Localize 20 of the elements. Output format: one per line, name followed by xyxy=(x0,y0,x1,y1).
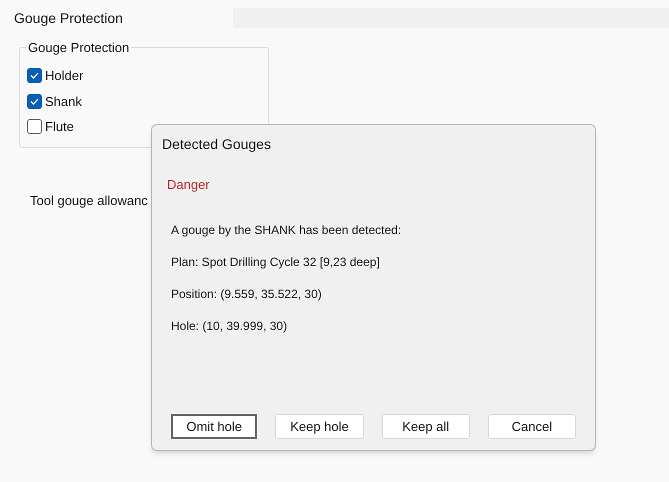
dialog-button[interactable]: Cancel xyxy=(488,414,576,439)
checkbox[interactable] xyxy=(27,68,42,84)
checkbox-option[interactable]: Holder xyxy=(27,66,84,86)
message-line: A gouge by the SHANK has been detected: xyxy=(171,222,402,238)
dialog-button[interactable]: Keep hole xyxy=(275,414,364,439)
dialog-button[interactable]: Omit hole xyxy=(171,414,258,439)
page-title: Gouge Protection xyxy=(14,8,124,28)
checkbox-option[interactable]: Flute xyxy=(27,117,74,136)
message-line: Position: (9.559, 35.522, 30) xyxy=(171,286,322,302)
check-icon xyxy=(30,72,39,80)
severity-label: Danger xyxy=(167,176,210,194)
checkbox[interactable] xyxy=(27,119,42,134)
message-line: Hole: (10, 39.999, 30) xyxy=(171,318,288,334)
dialog-button[interactable]: Keep all xyxy=(382,414,470,439)
checkbox[interactable] xyxy=(27,94,42,109)
allowance-label: Tool gouge allowanc xyxy=(30,193,148,208)
dialog-title: Detected Gouges xyxy=(162,134,271,154)
message-line: Plan: Spot Drilling Cycle 32 [9,23 deep] xyxy=(171,254,380,270)
checkbox-option[interactable]: Shank xyxy=(27,92,82,111)
check-icon xyxy=(30,98,39,105)
